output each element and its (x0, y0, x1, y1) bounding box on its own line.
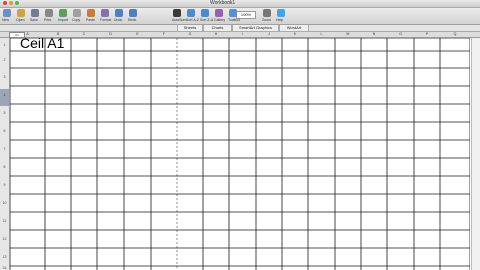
row-header-11[interactable]: 11 (0, 219, 9, 223)
toolbar-label: Open (16, 18, 25, 22)
column-header-m[interactable]: M (335, 32, 361, 37)
toolbar-autosum-icon[interactable] (173, 9, 181, 17)
column-header-k[interactable]: K (282, 32, 308, 37)
toolbar-new-icon[interactable] (3, 9, 11, 17)
column-header-h[interactable]: H (203, 32, 229, 37)
selected-row-indicator (0, 89, 9, 106)
column-header-i[interactable]: I (229, 32, 256, 37)
toolbar-import-icon[interactable] (59, 9, 67, 17)
toolbar-label: Print (44, 18, 52, 22)
toolbar-label: Zoom (262, 18, 271, 22)
toolbar-label: Copy (72, 18, 81, 22)
column-header-j[interactable]: J (256, 32, 282, 37)
toolbar-label: Format (100, 18, 112, 22)
toolbar-toolbox-icon[interactable] (229, 9, 237, 17)
tab-charts[interactable]: Charts (203, 25, 232, 31)
toolbar-sort-z-a-icon[interactable] (201, 9, 209, 17)
row-header-13[interactable]: 13 (0, 255, 9, 259)
column-header-o[interactable]: O (387, 32, 414, 37)
window-titlebar: Workbook1 (0, 0, 480, 8)
column-header-l[interactable]: L (308, 32, 335, 37)
zoom-window-button[interactable] (15, 1, 19, 5)
row-header-10[interactable]: 10 (0, 201, 9, 205)
toolbar-save-icon[interactable] (31, 9, 39, 17)
toolbar-label: AutoSum (172, 18, 187, 22)
toolbar-copy-icon[interactable] (73, 9, 81, 17)
row-header-1[interactable]: 1 (0, 43, 9, 47)
row-header-12[interactable]: 12 (0, 237, 9, 241)
row-header-2[interactable]: 2 (0, 58, 9, 62)
row-header-8[interactable]: 8 (0, 165, 9, 169)
ribbon-tabs: Sheets Charts SmartArt Graphics WordArt (0, 25, 480, 32)
vertical-scrollbar[interactable] (471, 38, 480, 270)
toolbar-paste-icon[interactable] (87, 9, 95, 17)
toolbar-print-icon[interactable] (45, 9, 53, 17)
toolbar-label: Sort A-Z (186, 18, 199, 22)
row-header-7[interactable]: 7 (0, 147, 9, 151)
toolbar-label: New (2, 18, 10, 22)
column-header-g[interactable]: G (177, 32, 203, 37)
tab-sheets[interactable]: Sheets (177, 25, 203, 31)
row-header-bar: 1 2 3 4 5 6 7 8 9 10 11 12 13 14 (0, 38, 10, 270)
column-header-f[interactable]: F (151, 32, 177, 37)
toolbar-open-icon[interactable] (17, 9, 25, 17)
row-header-14[interactable]: 14 (0, 266, 9, 270)
toolbar-redo-icon[interactable] (129, 9, 137, 17)
minimize-window-button[interactable] (9, 1, 13, 5)
window-title: Workbook1 (210, 0, 236, 6)
toolbar-label: Gallery (214, 18, 226, 22)
toolbar-label: Paste (86, 18, 95, 22)
toolbar-undo-icon[interactable] (115, 9, 123, 17)
toolbar-zoom-icon[interactable] (263, 9, 271, 17)
row-header-6[interactable]: 6 (0, 129, 9, 133)
column-header-n[interactable]: N (361, 32, 387, 37)
tab-wordart[interactable]: WordArt (279, 25, 309, 31)
toolbar-label: Save (30, 18, 38, 22)
standard-toolbar: 100% New Open Save Print Import Copy Paste Form… (0, 8, 480, 25)
toolbar-label: Undo (114, 18, 123, 22)
close-window-button[interactable] (3, 1, 7, 5)
tab-smartart-graphics[interactable]: SmartArt Graphics (232, 25, 279, 31)
row-header-5[interactable]: 5 (0, 111, 9, 115)
row-header-3[interactable]: 3 (0, 75, 9, 79)
column-header-q[interactable]: Q (440, 32, 470, 37)
toolbar-label: Toolbox (228, 18, 241, 22)
toolbar-format-icon[interactable] (101, 9, 109, 17)
toolbar-help-icon[interactable] (277, 9, 285, 17)
cell-a1-text[interactable]: Ceil A1 (20, 35, 64, 51)
toolbar-sort-a-z-icon[interactable] (187, 9, 195, 17)
row-header-9[interactable]: 9 (0, 183, 9, 187)
toolbar-label: Sort Z-A (200, 18, 214, 22)
column-header-e[interactable]: E (124, 32, 151, 37)
column-header-c[interactable]: C (71, 32, 97, 37)
row-header-4[interactable]: 4 (0, 93, 9, 97)
toolbar-label: Import (58, 18, 68, 22)
toolbar-label: Help (276, 18, 284, 22)
worksheet-grid[interactable] (10, 38, 470, 270)
column-header-p[interactable]: P (414, 32, 440, 37)
toolbar-label: Redo (128, 18, 137, 22)
column-header-d[interactable]: D (97, 32, 124, 37)
toolbar-gallery-icon[interactable] (215, 9, 223, 17)
